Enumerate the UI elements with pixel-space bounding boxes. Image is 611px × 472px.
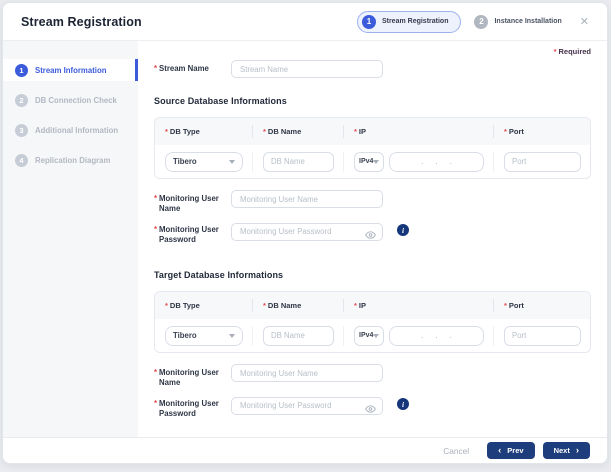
target-section-title: Target Database Informations (154, 270, 284, 280)
step-number-badge: 2 (15, 93, 28, 107)
required-note: * Required (553, 47, 591, 56)
source-ip-version-select[interactable]: IPv4 (354, 151, 384, 172)
source-db-name-input[interactable] (263, 151, 334, 172)
target-monitoring-user-name-label: * Monitoring User Name (154, 368, 219, 387)
header-step-label: Instance Installation (494, 18, 562, 25)
stream-name-label: * Stream Name (154, 64, 209, 73)
source-monitoring-user-password-input[interactable] (231, 222, 383, 241)
target-db-type-select[interactable]: Tibero (165, 325, 243, 346)
sidebar-item-additional-information[interactable]: 3 Additional Information (3, 119, 138, 141)
column-header-db-name: * DB Name (252, 125, 343, 138)
required-asterisk: * (553, 47, 557, 56)
form-panel: *Required *Stream Name Source Database I… (138, 41, 607, 437)
cancel-button[interactable]: Cancel (443, 446, 469, 456)
column-header-db-name: * DB Name (252, 299, 343, 312)
source-ip-input[interactable]: . . . (389, 151, 484, 172)
source-db-type-select[interactable]: Tibero (165, 151, 243, 172)
column-header-port: * Port (493, 125, 590, 138)
chevron-down-icon (229, 333, 235, 338)
chevron-left-icon: ‹ (498, 444, 502, 456)
column-header-db-type: * DB Type (165, 301, 200, 310)
target-ip-version-select[interactable]: IPv4 (354, 325, 384, 346)
table-input-row: Tibero IPv4 . . . (155, 319, 590, 352)
target-monitoring-user-password-label: * Monitoring User Password (154, 399, 219, 418)
eye-icon[interactable] (365, 226, 376, 244)
dialog-footer: Cancel ‹ Prev Next › (3, 437, 607, 463)
source-monitoring-user-password-label: * Monitoring User Password (154, 225, 219, 244)
header-step-stream-registration[interactable]: 1 Stream Registration (356, 10, 462, 33)
target-monitoring-user-password-input[interactable] (231, 396, 383, 415)
step-number-badge: 1 (15, 63, 28, 77)
wizard-sidebar: 1 Stream Information 2 DB Connection Che… (3, 41, 138, 437)
target-db-name-input[interactable] (263, 325, 334, 346)
sidebar-item-label: Additional Information (35, 125, 119, 135)
sidebar-item-label: DB Connection Check (35, 95, 117, 105)
dialog-title: Stream Registration (21, 14, 142, 29)
dialog-header: Stream Registration 1 Stream Registratio… (3, 3, 607, 41)
chevron-down-icon (229, 159, 235, 164)
column-header-ip: * IP (343, 125, 493, 138)
info-icon[interactable]: i (397, 398, 409, 410)
source-monitoring-user-name-input[interactable] (231, 190, 383, 208)
sidebar-item-stream-information[interactable]: 1 Stream Information (3, 59, 138, 81)
source-db-table: * DB Type * DB Name * IP * Port Tibero D… (154, 117, 591, 179)
prev-button[interactable]: ‹ Prev (487, 442, 535, 459)
stream-registration-dialog: Stream Registration 1 Stream Registratio… (2, 2, 608, 464)
target-port-input[interactable] (504, 325, 581, 346)
chevron-right-icon: › (575, 444, 579, 456)
target-db-table: * DB Type * DB Name * IP * Port Tibero D… (154, 291, 591, 353)
table-input-row: Tibero IPv4 . . . (155, 145, 590, 178)
column-header-port: * Port (493, 299, 590, 312)
table-header-row: * DB Type * DB Name * IP * Port (155, 118, 590, 145)
chevron-down-icon (373, 159, 380, 164)
chevron-down-icon (373, 333, 380, 338)
source-monitoring-user-name-label: * Monitoring User Name (154, 194, 219, 213)
sidebar-item-replication-diagram[interactable]: 4 Replication Diagram (3, 149, 138, 171)
sidebar-item-label: Stream Information (35, 65, 107, 75)
sidebar-item-label: Replication Diagram (35, 155, 111, 165)
table-header-row: * DB Type * DB Name * IP * Port (155, 292, 590, 319)
source-section-title: Source Database Informations (154, 96, 287, 106)
step-number-badge: 4 (15, 153, 28, 167)
header-step-label: Stream Registration (381, 18, 449, 25)
close-icon[interactable]: ✕ (576, 13, 593, 30)
column-header-db-type: * DB Type (165, 127, 200, 136)
source-port-input[interactable] (504, 151, 581, 172)
step-number-badge: 3 (15, 123, 28, 137)
header-step-instance-installation[interactable]: 2 Instance Installation (474, 14, 562, 29)
target-ip-input[interactable]: . . . (389, 325, 484, 346)
step-number-badge: 2 (474, 14, 489, 29)
target-monitoring-user-name-input[interactable] (231, 364, 383, 382)
sidebar-item-db-connection-check[interactable]: 2 DB Connection Check (3, 89, 138, 111)
column-header-ip: * IP (343, 299, 493, 312)
info-icon[interactable]: i (397, 224, 409, 236)
header-stepper: 1 Stream Registration 2 Instance Install… (356, 10, 593, 33)
eye-icon[interactable] (365, 400, 376, 418)
next-button[interactable]: Next › (542, 442, 590, 459)
stream-name-input[interactable] (231, 60, 383, 78)
step-number-badge: 1 (361, 14, 376, 29)
